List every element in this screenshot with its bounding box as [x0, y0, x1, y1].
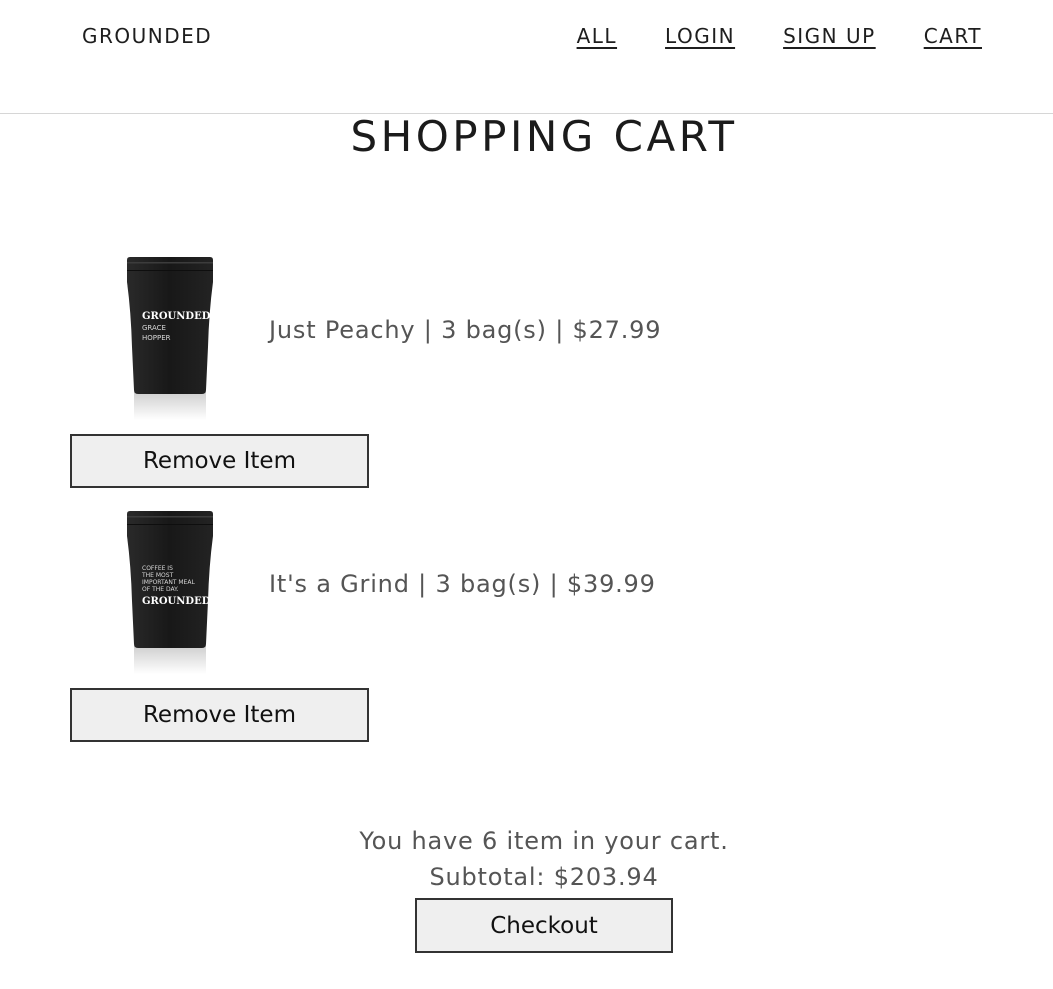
nav-link-login[interactable]: LOGIN: [665, 24, 735, 48]
checkout-button[interactable]: Checkout: [415, 898, 673, 953]
cart-item-description: It's a Grind | 3 bag(s) | $39.99: [269, 570, 656, 598]
navbar: GROUNDED ALL LOGIN SIGN UP CART: [0, 0, 1053, 114]
cart-item-description: Just Peachy | 3 bag(s) | $27.99: [269, 316, 662, 344]
bag-brand-text: GROUNDED: [142, 311, 211, 322]
coffee-bag-image: COFFEE IS THE MOST IMPORTANT MEAL OF THE…: [127, 511, 213, 674]
nav-link-all[interactable]: ALL: [577, 24, 617, 48]
bag-brand-text: GROUNDED: [142, 596, 211, 607]
cart-item-count: You have 6 item in your cart.: [359, 827, 729, 855]
bag-label-line: THE MOST: [141, 572, 174, 579]
nav-links: ALL LOGIN SIGN UP CART: [577, 24, 982, 48]
bag-label-line: IMPORTANT MEAL: [142, 579, 195, 586]
bag-label-line: GRACE: [142, 324, 166, 332]
bag-label-line: HOPPER: [142, 334, 171, 342]
cart-subtotal: Subtotal: $203.94: [429, 863, 659, 891]
cart-item: COFFEE IS THE MOST IMPORTANT MEAL OF THE…: [70, 506, 870, 742]
brand-logo[interactable]: GROUNDED: [82, 24, 212, 48]
coffee-bag-image: GROUNDED GRACE HOPPER: [127, 257, 213, 420]
bag-label-line: COFFEE IS: [142, 565, 173, 572]
bag-label-line: OF THE DAY.: [142, 586, 179, 593]
remove-item-button[interactable]: Remove Item: [70, 688, 369, 742]
page-title: SHOPPING CART: [350, 112, 738, 161]
cart-item: GROUNDED GRACE HOPPER Just Peachy | 3 ba…: [70, 252, 870, 488]
nav-link-cart[interactable]: CART: [924, 24, 982, 48]
remove-item-button[interactable]: Remove Item: [70, 434, 369, 488]
nav-link-sign-up[interactable]: SIGN UP: [783, 24, 876, 48]
